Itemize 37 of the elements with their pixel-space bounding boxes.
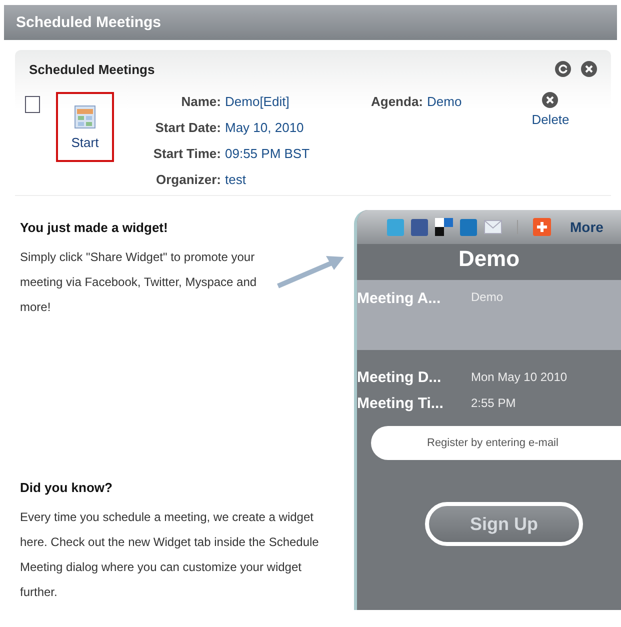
email-field[interactable]: Register by entering e-mail [371,426,621,460]
tip-text: Every time you schedule a meeting, we create a widget here. Check out the new Widget tab inside the Schedule Meeting dialog where you can customize your widget further. [20,509,320,601]
widget-value: 2:55 PM [471,396,516,410]
tip-text: Simply click "Share Widget" to promote your meeting via Facebook, Twitter, Myspace and more! [20,249,258,316]
window-title: Scheduled Meetings [16,14,162,31]
field-label: Agenda: [371,94,423,109]
squares-icon[interactable] [435,218,453,236]
tip-heading: You just made a widget! [20,220,169,235]
delete-button[interactable]: Delete [532,92,570,127]
panel-title: Scheduled Meetings [29,62,156,76]
widget-title: Demo [357,244,621,280]
start-button[interactable]: Start [56,92,114,162]
arrow-icon [276,254,346,290]
tip-heading: Did you know? [20,480,114,495]
field-label: Start Time: [152,146,221,161]
field-value: May 10, 2010 [225,120,304,135]
field-label: Start Date: [154,120,221,135]
widget-value: Demo [471,290,504,306]
field-value: Demo [427,94,462,109]
field-label: Organizer: [154,172,221,187]
close-icon[interactable] [581,61,597,77]
close-icon [542,92,558,108]
field-value: Demo [225,94,260,109]
field-label: Name: [180,94,221,109]
checkbox[interactable] [25,96,40,113]
more-link[interactable]: More [570,219,604,235]
widget-value: Mon May 10 2010 [471,370,568,384]
mail-icon[interactable] [484,220,502,234]
widget-label: Meeting D... [357,368,442,386]
field-value: test [225,172,246,187]
widget-label: Meeting A... [357,290,442,309]
widget-label: Meeting Ti... [357,394,444,412]
plus-icon[interactable] [533,218,551,236]
refresh-icon[interactable] [555,61,571,77]
calendar-icon [74,104,96,128]
edit-link[interactable]: [Edit] [260,94,290,109]
field-value: 09:55 PM BST [225,146,310,161]
